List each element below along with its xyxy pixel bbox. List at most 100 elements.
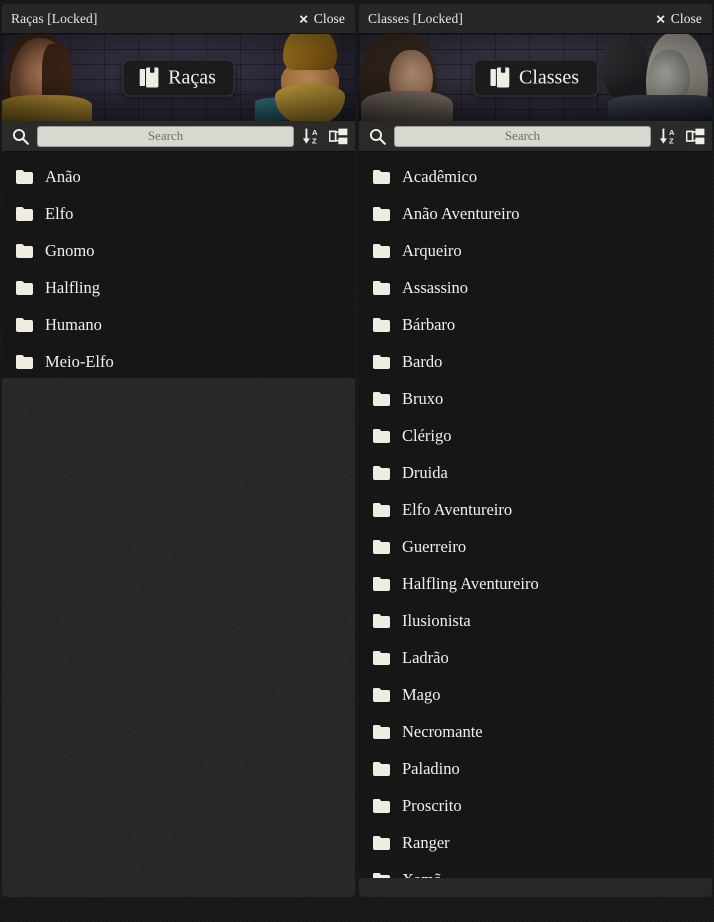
list-item[interactable]: Bárbaro <box>359 306 712 343</box>
list-item[interactable]: Guerreiro <box>359 528 712 565</box>
list-item-label: Bardo <box>402 351 443 371</box>
list-item[interactable]: Mago <box>359 676 712 713</box>
folder-icon <box>16 169 33 184</box>
compendium-title-label: Raças <box>168 66 216 88</box>
folder-icon <box>373 465 390 480</box>
searchbar-classes: A Z <box>359 121 712 152</box>
list-item[interactable]: Halfling Aventureiro <box>359 565 712 602</box>
window-title: Classes [Locked] <box>368 10 463 26</box>
sort-alphabetical-descending-icon[interactable]: A Z <box>658 126 678 146</box>
list-item-label: Paladino <box>402 758 460 778</box>
list-item-label: Elfo Aventureiro <box>402 499 513 519</box>
folder-icon <box>373 354 390 369</box>
folder-icon <box>16 243 33 258</box>
list-item-label: Gnomo <box>45 240 95 260</box>
close-button[interactable]: ✕ Close <box>656 11 702 27</box>
list-item[interactable]: Druida <box>359 454 712 491</box>
list-item[interactable]: Assassino <box>359 269 712 306</box>
search-input[interactable] <box>37 125 294 147</box>
list-item-label: Necromante <box>402 721 483 741</box>
list-item[interactable]: Bardo <box>359 343 712 380</box>
list-item-label: Bárbaro <box>402 314 456 334</box>
list-item[interactable]: Paladino <box>359 750 712 787</box>
folder-icon <box>16 280 33 295</box>
list-item[interactable]: Bruxo <box>359 380 712 417</box>
folder-icon <box>373 169 390 184</box>
svg-text:Z: Z <box>312 137 317 145</box>
list-item-label: Ranger <box>402 832 450 852</box>
folder-icon <box>373 613 390 628</box>
search-icon[interactable] <box>367 126 387 146</box>
list-item[interactable]: Halfling <box>2 269 355 306</box>
list-item[interactable]: Meio-Elfo <box>2 343 355 380</box>
list-item-label: Elfo <box>45 203 74 223</box>
close-x-icon: ✕ <box>655 12 666 26</box>
list-item[interactable]: Elfo Aventureiro <box>359 491 712 528</box>
compendium-book-icon <box>490 67 509 87</box>
folder-tree-icon[interactable] <box>328 126 348 146</box>
list-item[interactable]: Elfo <box>2 195 355 232</box>
sort-alphabetical-descending-icon[interactable]: A Z <box>301 126 321 146</box>
search-icon[interactable] <box>10 126 30 146</box>
list-item-label: Assassino <box>402 277 469 297</box>
list-item-label: Halfling Aventureiro <box>402 573 539 593</box>
list-item[interactable]: Proscrito <box>359 787 712 824</box>
list-item-label: Anão <box>45 166 81 186</box>
list-item[interactable]: Gnomo <box>2 232 355 269</box>
titlebar-racas: Raças [Locked] ✕ Close <box>2 4 355 34</box>
directory-list-classes[interactable]: Acadêmico Anão Aventureiro Arqueiro Assa… <box>359 152 712 897</box>
list-bottom-strip <box>359 878 712 897</box>
svg-text:Z: Z <box>669 137 674 145</box>
folder-icon <box>373 576 390 591</box>
window-classes: Classes [Locked] ✕ Close Classes Search … <box>359 4 712 897</box>
list-item-label: Mago <box>402 684 441 704</box>
directory-list-racas[interactable]: Anão Elfo Gnomo Halfling Humano Meio-Elf… <box>2 152 355 897</box>
close-label: Close <box>313 10 345 26</box>
list-item[interactable]: Clérigo <box>359 417 712 454</box>
searchbar-racas: A Z <box>2 121 355 152</box>
folder-list: Acadêmico Anão Aventureiro Arqueiro Assa… <box>359 152 712 897</box>
list-item-label: Arqueiro <box>402 240 462 260</box>
list-item[interactable]: Humano <box>2 306 355 343</box>
compendium-title-button-racas[interactable]: Raças <box>122 59 235 96</box>
compendium-title-label: Classes <box>519 66 579 88</box>
folder-icon <box>373 724 390 739</box>
folder-icon <box>373 835 390 850</box>
list-item-label: Guerreiro <box>402 536 467 556</box>
list-item[interactable]: Acadêmico <box>359 158 712 195</box>
close-button[interactable]: ✕ Close <box>299 11 345 27</box>
list-item-label: Acadêmico <box>402 166 478 186</box>
list-item[interactable]: Ladrão <box>359 639 712 676</box>
list-item[interactable]: Anão <box>2 158 355 195</box>
list-item-label: Anão Aventureiro <box>402 203 520 223</box>
compendium-book-icon <box>139 67 158 87</box>
search-input[interactable] <box>394 125 651 147</box>
folder-icon <box>373 391 390 406</box>
list-item-label: Ilusionista <box>402 610 471 630</box>
compendium-windows: Raças [Locked] ✕ Close Raças Search A Z … <box>0 0 714 922</box>
list-item[interactable]: Necromante <box>359 713 712 750</box>
folder-tree-icon[interactable] <box>685 126 705 146</box>
list-item[interactable]: Arqueiro <box>359 232 712 269</box>
folder-icon <box>373 280 390 295</box>
window-title: Raças [Locked] <box>11 10 98 26</box>
list-item[interactable]: Ranger <box>359 824 712 861</box>
window-racas: Raças [Locked] ✕ Close Raças Search A Z … <box>2 4 355 897</box>
list-item[interactable]: Anão Aventureiro <box>359 195 712 232</box>
folder-icon <box>16 206 33 221</box>
folder-icon <box>373 317 390 332</box>
folder-icon <box>373 428 390 443</box>
folder-icon <box>373 502 390 517</box>
list-item-label: Ladrão <box>402 647 449 667</box>
compendium-title-button-classes[interactable]: Classes <box>473 59 598 96</box>
folder-list: Anão Elfo Gnomo Halfling Humano Meio-Elf… <box>2 152 355 380</box>
folder-icon <box>373 798 390 813</box>
banner-racas: Raças <box>2 34 355 121</box>
empty-drop-area[interactable] <box>2 377 355 897</box>
folder-icon <box>373 206 390 221</box>
folder-icon <box>373 761 390 776</box>
list-item-label: Humano <box>45 314 102 334</box>
titlebar-classes: Classes [Locked] ✕ Close <box>359 4 712 34</box>
folder-icon <box>373 539 390 554</box>
list-item[interactable]: Ilusionista <box>359 602 712 639</box>
